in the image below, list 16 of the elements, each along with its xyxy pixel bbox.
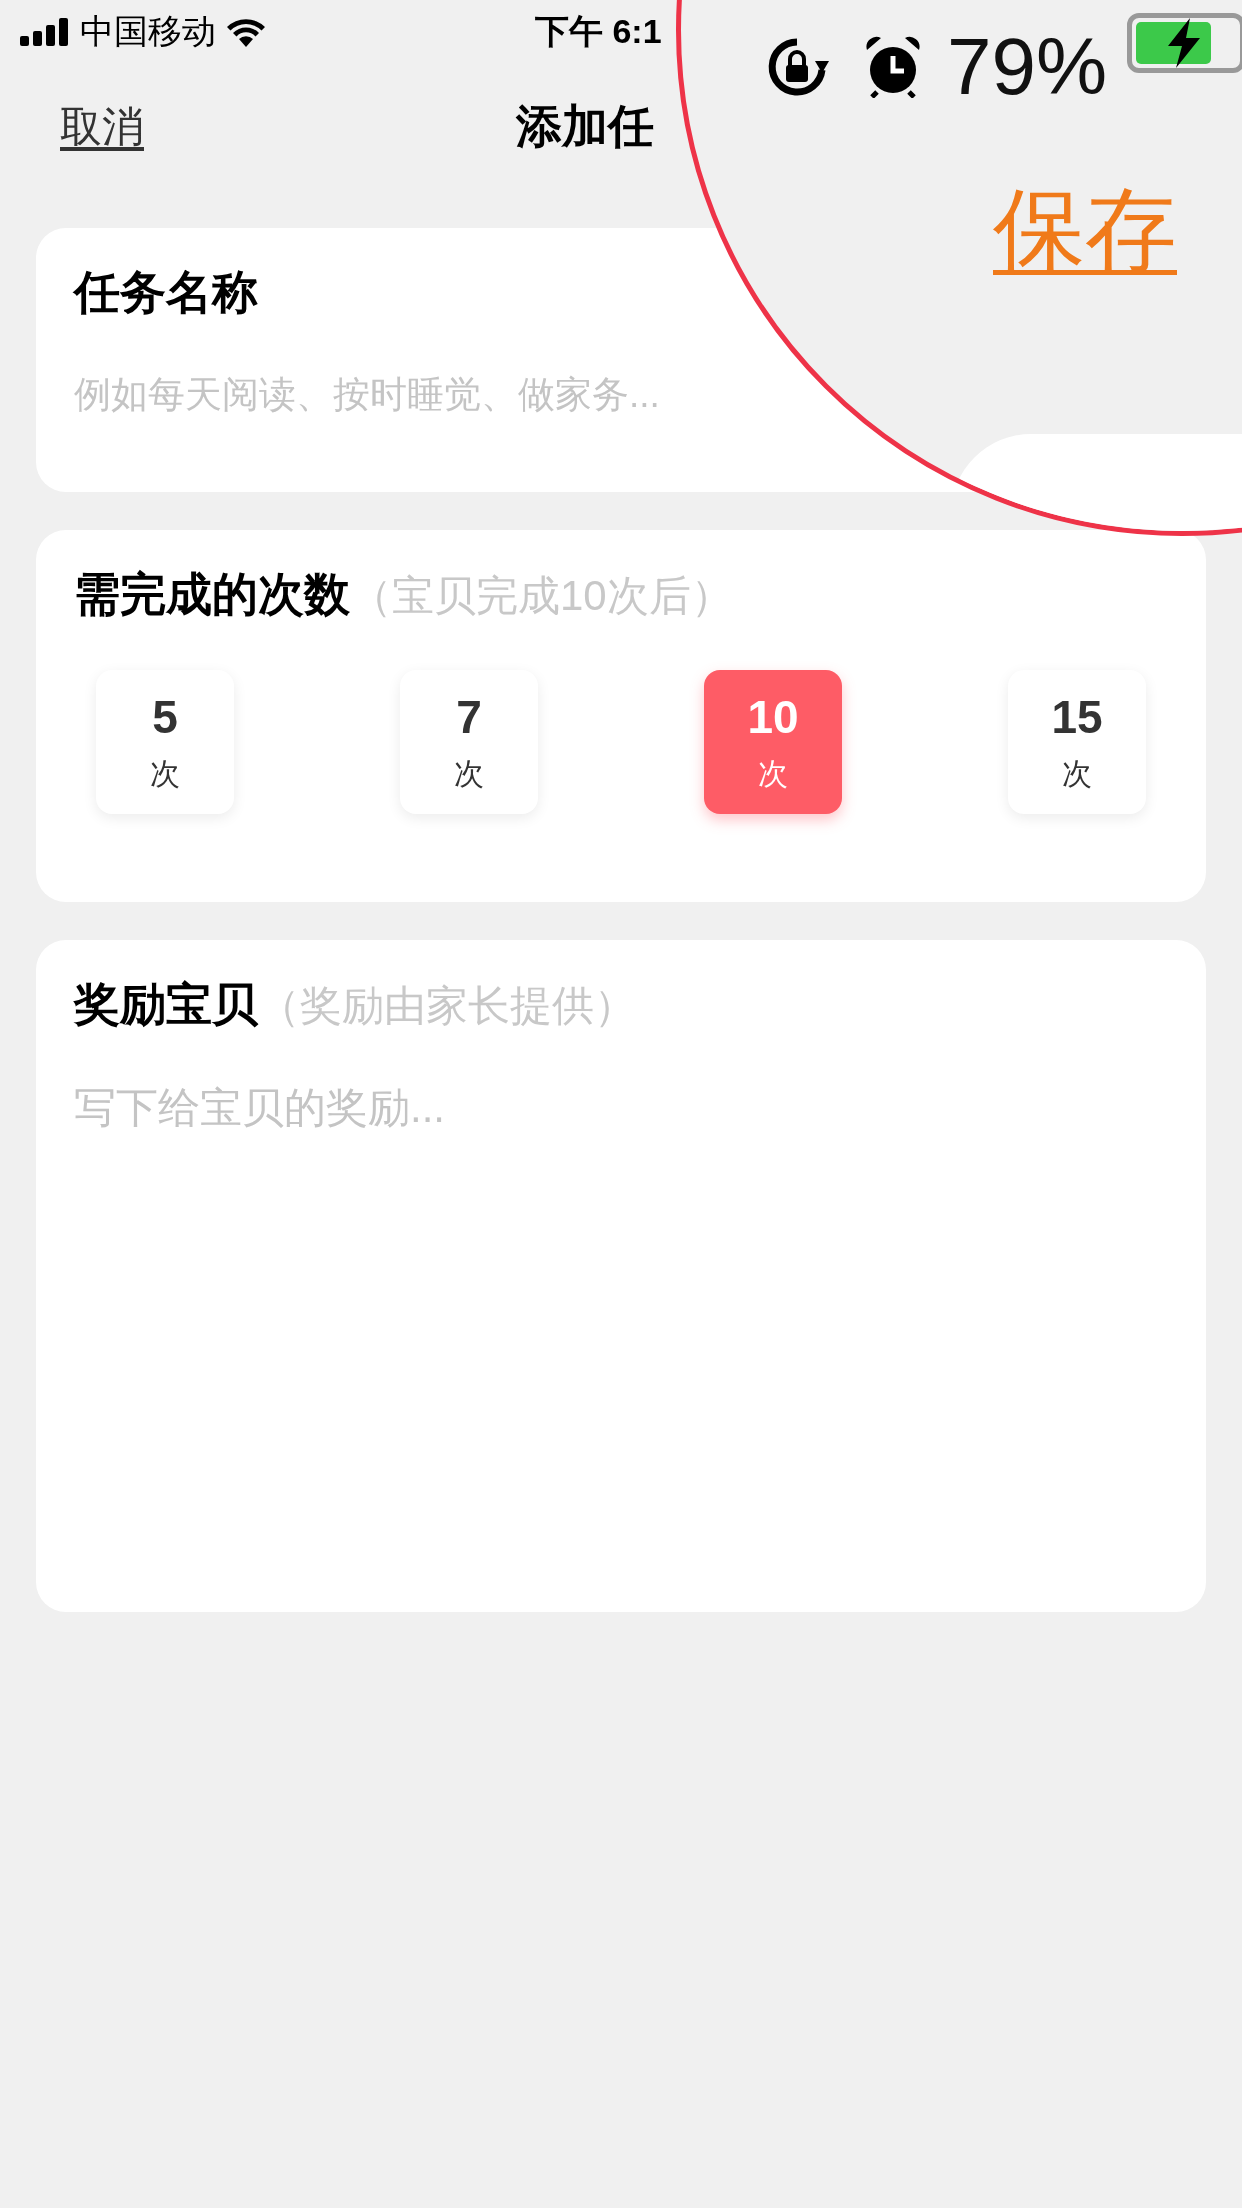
field-label: 任务名称	[74, 265, 259, 320]
status-time: 下午 6:1	[535, 11, 662, 52]
task-name-field[interactable]: 例如每天阅读、按时睡觉、做家务...	[74, 374, 672, 416]
page-title: 添加任	[516, 99, 654, 154]
field-label: 需完成的次数	[74, 567, 350, 622]
cancel-link[interactable]: 取消	[60, 99, 144, 155]
count-option[interactable]: 15 次	[1008, 670, 1146, 814]
wifi-icon	[226, 17, 266, 47]
battery-percentage: 79%	[947, 21, 1108, 113]
count-option[interactable]: 7 次	[400, 670, 538, 814]
alarm-clock-icon	[863, 36, 923, 98]
count-option[interactable]: 5 次	[96, 670, 234, 814]
signal-icon	[20, 18, 70, 46]
battery-icon	[1127, 13, 1242, 73]
field-label: 奖励宝贝	[74, 977, 258, 1032]
carrier-name: 中国移动	[80, 11, 216, 52]
